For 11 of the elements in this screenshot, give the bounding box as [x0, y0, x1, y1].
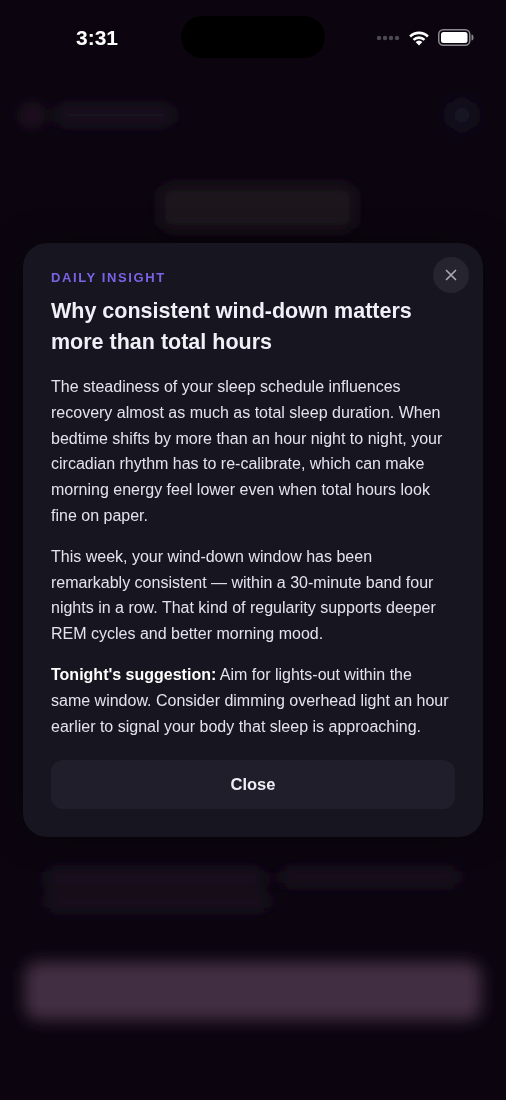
insight-paragraph: This week, your wind-down window has been remarkably consistent — within a 30-minute band four nights in a row. That kind of regularity supports deeper REM cycles and better morning mood.: [51, 546, 437, 645]
signal-icon: [376, 34, 400, 41]
status-time: 3:31: [76, 25, 119, 50]
insight-label: DAILY INSIGHT: [51, 270, 167, 286]
close-button[interactable]: Close: [51, 760, 455, 810]
insight-title: Why consistent wind-down matters more than total hours: [51, 298, 413, 356]
insight-paragraph: Tonight's suggestion: Aim for lights-out within the same window. Consider dimming overhead light an hour earlier to signal your body that sleep is approaching.: [51, 664, 450, 737]
insight-paragraph: The steadiness of your sleep schedule influences recovery almost as much as total sleep duration. When bedtime shifts by more than an hour night to night, your circadian rhythm has to re-calibrate, which can make morning energy feel lower even when total hours look fine on paper.: [51, 377, 444, 526]
close-icon[interactable]: [433, 257, 469, 293]
battery-icon: [438, 29, 474, 46]
wifi-icon: [408, 29, 430, 46]
